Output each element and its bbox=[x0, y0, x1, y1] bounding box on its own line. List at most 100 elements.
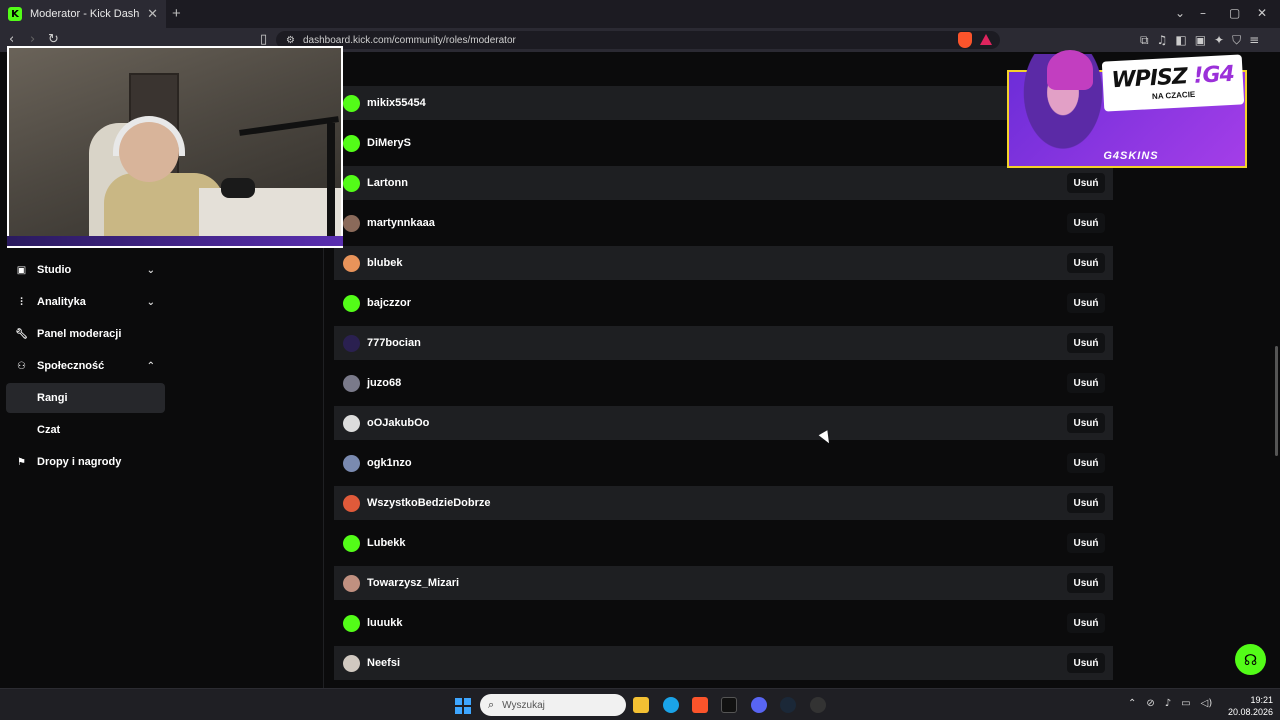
table-row: Lartonn Usuń bbox=[334, 166, 1113, 200]
remove-moderator-button[interactable]: Usuń bbox=[1067, 173, 1105, 193]
table-row: luuukk Usuń bbox=[334, 606, 1113, 640]
browser-tab-bar: K Moderator - Kick Dashboard ✕ + ⌄ – ▢ ✕ bbox=[0, 0, 1280, 28]
table-row: DiMeryS bbox=[334, 126, 1113, 160]
remove-moderator-button[interactable]: Usuń bbox=[1067, 333, 1105, 353]
volume-icon[interactable]: ◁) bbox=[1201, 698, 1213, 709]
chevron-down-icon: ⌄ bbox=[146, 264, 155, 276]
clock[interactable]: 19:21 20.08.2026 bbox=[1228, 694, 1273, 718]
close-window-icon[interactable]: ✕ bbox=[1257, 6, 1267, 20]
table-row: juzo68 Usuń bbox=[334, 366, 1113, 400]
remove-moderator-button[interactable]: Usuń bbox=[1067, 573, 1105, 593]
remove-moderator-button[interactable]: Usuń bbox=[1067, 373, 1105, 393]
chevron-up-icon[interactable]: ⌃ bbox=[1128, 698, 1136, 709]
minimize-icon[interactable]: – bbox=[1200, 6, 1206, 20]
moderator-username[interactable]: ogk1nzo bbox=[367, 457, 1113, 469]
table-row: WszystkoBedzieDobrze Usuń bbox=[334, 486, 1113, 520]
wrench-icon: 🔧︎ bbox=[15, 328, 28, 340]
system-tray: ⌃ ⊘ ♪ ▭ ◁) bbox=[1128, 698, 1212, 709]
moderator-username[interactable]: juzo68 bbox=[367, 377, 1113, 389]
moderator-username[interactable]: Towarzysz_Mizari bbox=[367, 577, 1113, 589]
sidebar-item-moderation-panel[interactable]: 🔧︎ Panel moderacji bbox=[6, 319, 165, 349]
tab-list-chevron-icon[interactable]: ⌄ bbox=[1175, 6, 1185, 20]
moderator-username[interactable]: 777bocian bbox=[367, 337, 1113, 349]
start-menu-icon[interactable] bbox=[455, 698, 471, 714]
moderator-username[interactable]: Neefsi bbox=[367, 657, 1113, 669]
brave-shield-icon[interactable] bbox=[958, 32, 972, 48]
ad-title-code: !G4 bbox=[1192, 61, 1235, 89]
display-icon[interactable]: ▭ bbox=[1181, 698, 1190, 709]
remove-moderator-button[interactable]: Usuń bbox=[1067, 293, 1105, 313]
ad-brand-logo: G4SKINS bbox=[1103, 150, 1159, 162]
taskbar-search[interactable]: ⌕ Wyszukaj bbox=[480, 694, 626, 716]
steam-icon[interactable] bbox=[780, 697, 796, 713]
wallet-icon[interactable]: ▣ bbox=[1195, 33, 1206, 48]
remove-moderator-button[interactable]: Usuń bbox=[1067, 533, 1105, 553]
discord-icon[interactable] bbox=[751, 697, 767, 713]
sidebar-item-analytics[interactable]: ⫶ Analityka ⌄ bbox=[6, 287, 165, 317]
sidebar-icon[interactable]: ◧ bbox=[1175, 33, 1186, 48]
brave-rewards-icon[interactable] bbox=[980, 34, 992, 45]
sidebar-item-label: Panel moderacji bbox=[37, 328, 122, 340]
table-row: oOJakubOo Usuń bbox=[334, 406, 1113, 440]
moderator-list: mikix55454 DiMeryS Lartonn Usuń martynnkaaa U… bbox=[334, 52, 1113, 688]
site-info-icon[interactable]: ⚙ bbox=[286, 35, 295, 46]
menu-icon[interactable]: ≡ bbox=[1249, 33, 1259, 48]
ad-title-card: WPISZ !G4 NA CZACIE bbox=[1101, 54, 1245, 112]
back-icon[interactable]: ‹ bbox=[9, 32, 14, 47]
forward-icon[interactable]: › bbox=[30, 32, 35, 47]
clock-time: 19:21 bbox=[1250, 695, 1274, 705]
url-text: dashboard.kick.com/community/roles/moder… bbox=[302, 34, 516, 46]
moderator-username[interactable]: oOJakubOo bbox=[367, 417, 1113, 429]
reload-icon[interactable]: ↻ bbox=[48, 32, 59, 47]
avatar bbox=[343, 214, 360, 232]
browser-tab[interactable]: K Moderator - Kick Dashboard ✕ bbox=[0, 0, 166, 28]
url-field[interactable]: ⚙ dashboard.kick.com/community/roles/mod… bbox=[276, 31, 1000, 49]
moderator-username[interactable]: Lubekk bbox=[367, 537, 1113, 549]
media-icon[interactable]: ♫ bbox=[1157, 33, 1168, 48]
page-scrollbar[interactable] bbox=[1275, 346, 1278, 456]
remove-moderator-button[interactable]: Usuń bbox=[1067, 453, 1105, 473]
remove-moderator-button[interactable]: Usuń bbox=[1067, 493, 1105, 513]
ad-subtitle: NA CZACIE bbox=[1151, 89, 1196, 101]
obs-icon[interactable] bbox=[810, 697, 826, 713]
remove-moderator-button[interactable]: Usuń bbox=[1067, 653, 1105, 673]
vpn-icon[interactable]: ⛉ bbox=[1232, 33, 1241, 48]
moderator-username[interactable]: WszystkoBedzieDobrze bbox=[367, 497, 1113, 509]
clock-date: 20.08.2026 bbox=[1228, 707, 1274, 717]
extensions-icon[interactable]: ⧉ bbox=[1140, 33, 1149, 48]
moderator-username[interactable]: luuukk bbox=[367, 617, 1113, 629]
search-placeholder: Wyszukaj bbox=[502, 699, 545, 711]
moderator-username[interactable]: blubek bbox=[367, 257, 1113, 269]
sidebar-item-roles[interactable]: Rangi bbox=[6, 383, 165, 413]
edge-icon[interactable] bbox=[663, 697, 679, 713]
help-chat-button[interactable]: ☊ bbox=[1235, 644, 1266, 675]
webcam-overlay bbox=[7, 46, 343, 248]
extension-toolbar: ⧉ ♫ ◧ ▣ ✦ ⛉ ≡ bbox=[1140, 33, 1259, 48]
chevron-down-icon: ⌄ bbox=[146, 296, 155, 308]
remove-moderator-button[interactable]: Usuń bbox=[1067, 253, 1105, 273]
leo-ai-icon[interactable]: ✦ bbox=[1214, 33, 1224, 48]
maximize-icon[interactable]: ▢ bbox=[1229, 6, 1240, 20]
sidebar-item-studio[interactable]: ▣ Studio ⌄ bbox=[6, 255, 165, 285]
moderator-username[interactable]: bajczzor bbox=[367, 297, 1113, 309]
network-icon[interactable]: ⊘ bbox=[1146, 698, 1154, 709]
remove-moderator-button[interactable]: Usuń bbox=[1067, 413, 1105, 433]
file-explorer-icon[interactable] bbox=[633, 697, 649, 713]
webcam-frame-strip bbox=[7, 236, 343, 246]
avatar bbox=[343, 414, 360, 432]
table-row: Towarzysz_Mizari Usuń bbox=[334, 566, 1113, 600]
new-tab-icon[interactable]: + bbox=[172, 5, 181, 22]
brave-browser-icon[interactable] bbox=[692, 697, 708, 713]
sidebar-item-chat[interactable]: Czat bbox=[6, 415, 165, 445]
sidebar-item-drops[interactable]: ⚑ Dropy i nagrody bbox=[6, 447, 165, 477]
app-icon[interactable] bbox=[721, 697, 737, 713]
remove-moderator-button[interactable]: Usuń bbox=[1067, 213, 1105, 233]
moderator-username[interactable]: martynnkaaa bbox=[367, 217, 1113, 229]
remove-moderator-button[interactable]: Usuń bbox=[1067, 613, 1105, 633]
bookmark-icon[interactable]: ▯ bbox=[260, 32, 267, 47]
close-tab-icon[interactable]: ✕ bbox=[147, 6, 158, 22]
moderator-username[interactable]: Lartonn bbox=[367, 177, 1113, 189]
mic-icon[interactable]: ♪ bbox=[1165, 698, 1171, 709]
table-row: ogk1nzo Usuń bbox=[334, 446, 1113, 480]
sidebar-item-community[interactable]: ⚇ Społeczność ⌃ bbox=[6, 351, 165, 381]
